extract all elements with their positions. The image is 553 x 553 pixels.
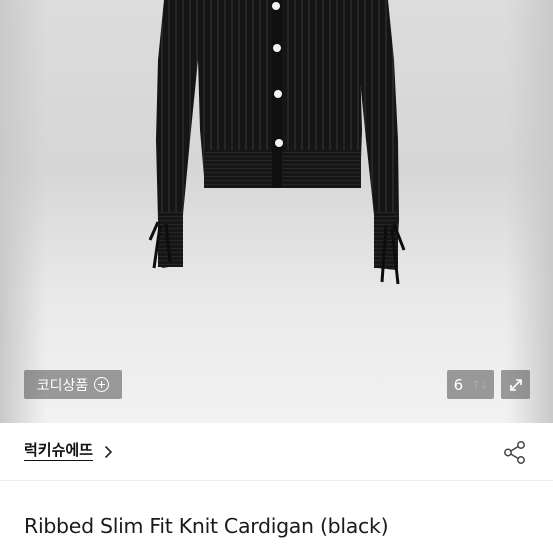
shop-row: 럭키슈에뜨 xyxy=(0,423,553,481)
chevron-right-icon[interactable] xyxy=(104,445,113,459)
expand-button[interactable] xyxy=(501,370,530,399)
shop-name-link[interactable]: 럭키슈에뜨 xyxy=(24,442,94,461)
photo-count: 6 xyxy=(453,375,464,394)
coordi-label: 코디상품 xyxy=(36,377,89,394)
product-image-gallery[interactable]: 코디상품 6 ↑↓ xyxy=(0,0,553,423)
share-icon[interactable] xyxy=(502,440,527,465)
expand-arrows-icon xyxy=(509,378,522,391)
plus-circle-icon xyxy=(94,377,110,392)
product-title: Ribbed Slim Fit Knit Cardigan (black) xyxy=(24,514,389,538)
product-photo-cardigan xyxy=(148,0,406,285)
coordi-products-button[interactable]: 코디상품 xyxy=(24,370,122,399)
sort-arrows-icon: ↑↓ xyxy=(471,377,489,392)
photo-counter[interactable]: 6 ↑↓ xyxy=(447,370,494,399)
